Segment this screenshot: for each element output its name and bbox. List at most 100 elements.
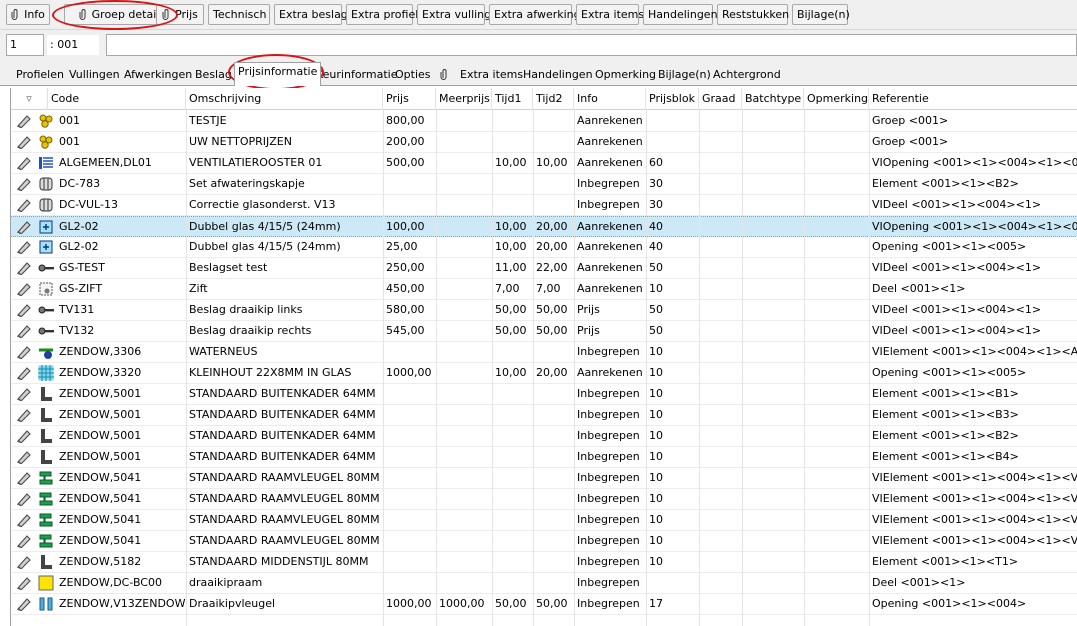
column-header-meerprijs[interactable]: Meerprijs [436,88,492,110]
extra-vulling-button[interactable]: Extra vulling [417,4,491,25]
tab-bijlagen[interactable]: Bijlage(n) [654,65,715,85]
tab-handelingen[interactable]: Handelingen [519,65,597,85]
cell-code: GS-ZIFT [59,282,103,295]
column-header-batchtype[interactable]: Batchtype [742,88,804,110]
tab-profielen[interactable]: Profielen [12,65,68,85]
detail-toolbar: Info Groep detail Prijs Technisch Extra … [0,0,1077,30]
table-row[interactable]: ALGEMEEN,DL01 VENTILATIEROOSTER 01 500,00 1… [11,153,1077,174]
cell-tijd1 [492,552,533,572]
table-row[interactable]: ZENDOW,5001 STANDAARD BUITENKADER 64MM Inb… [11,447,1077,468]
table-row[interactable]: ZENDOW,V13ZENDOW Draaikipvleugel 1000,00 10… [11,594,1077,615]
table-row[interactable]: ZENDOW,5041 STANDAARD RAAMVLEUGEL 80MM Inb… [11,510,1077,531]
extra-beslag-button[interactable]: Extra beslag [274,4,348,25]
table-row[interactable]: ZENDOW,5041 STANDAARD RAAMVLEUGEL 80MM Inb… [11,489,1077,510]
tab-opmerking[interactable]: Opmerking [591,65,660,85]
edit-pencil-icon[interactable] [16,576,32,591]
tab-prijsinformatie[interactable]: Prijsinformatie [234,62,322,86]
table-row[interactable]: 001 TESTJE 800,00 Aanrekenen Groep <001> [11,111,1077,132]
edit-pencil-icon[interactable] [16,366,32,381]
table-row[interactable]: DC-783 Set afwateringskapje Inbegrepen 30 El… [11,174,1077,195]
edit-pencil-icon[interactable] [16,324,32,339]
prijs-button[interactable]: Prijs [156,4,204,25]
edit-pencil-icon[interactable] [16,114,32,129]
table-row[interactable]: GL2-02 Dubbel glas 4/15/5 (24mm) 100,00 10,… [11,216,1077,237]
edit-pencil-icon[interactable] [16,282,32,297]
edit-pencil-icon[interactable] [16,156,32,171]
table-row[interactable]: ZENDOW,5182 STANDAARD MIDDENSTIJL 80MM Inb… [11,552,1077,573]
column-header-code[interactable]: Code [48,88,186,110]
edit-pencil-icon[interactable] [16,303,32,318]
edit-pencil-icon[interactable] [16,240,32,255]
table-row[interactable]: ZENDOW,3320 KLEINHOUT 22X8MM IN GLAS 1000,… [11,363,1077,384]
code-field[interactable]: : 001 [46,34,100,56]
edit-pencil-icon[interactable] [16,135,32,150]
edit-pencil-icon[interactable] [16,555,32,570]
cell-batchtype [742,468,804,488]
table-row[interactable]: DC-VUL-13 Correctie glasonderst. V13 Inbeg… [11,195,1077,216]
sash-profile-icon [38,491,54,507]
column-header-info[interactable]: Info [574,88,646,110]
extra-items-button[interactable]: Extra items [576,4,644,25]
cell-batchtype [742,279,804,299]
table-row[interactable]: ZENDOW,DC-BC00 draaikipraam Inbegrepen Deel… [11,573,1077,594]
table-row[interactable]: 001 UW NETTOPRIJZEN 200,00 Aanrekenen Groep … [11,132,1077,153]
column-header-opmerking[interactable]: Opmerking [804,88,869,110]
number-field[interactable]: 1 [6,34,44,56]
edit-pencil-icon[interactable] [16,450,32,465]
edit-pencil-icon[interactable] [16,471,32,486]
table-row[interactable]: ZENDOW,5041 STANDAARD RAAMVLEUGEL 80MM Inb… [11,531,1077,552]
cell-batchtype [742,384,804,404]
extra-profiel-button[interactable]: Extra profiel [346,4,418,25]
edit-pencil-icon[interactable] [16,408,32,423]
cell-tijd2: 50,00 [536,597,568,610]
edit-pencil-icon[interactable] [16,513,32,528]
table-row[interactable]: TV131 Beslag draaikip links 580,00 50,00 50,… [11,300,1077,321]
sort-indicator-icon[interactable]: ▿ [11,88,48,110]
column-header-prijs[interactable]: Prijs [383,88,436,110]
cell-opmerking [804,363,869,383]
frame-profile-icon [38,449,54,465]
tab-vullingen[interactable]: Vullingen [65,65,124,85]
technisch-button[interactable]: Technisch [208,4,270,25]
tab-achtergrond[interactable]: Achtergrond [709,65,785,85]
column-header-referentie[interactable]: Referentie [869,88,1077,110]
description-field[interactable] [106,34,1077,56]
tab-opties[interactable]: Opties [391,65,435,85]
cell-code: ZENDOW,5041 [59,471,142,484]
table-row[interactable]: GL2-02 Dubbel glas 4/15/5 (24mm) 25,00 10,0… [11,237,1077,258]
edit-pencil-icon[interactable] [16,492,32,507]
reststukken-button[interactable]: Reststukken [717,4,789,25]
edit-pencil-icon[interactable] [16,198,32,213]
table-row[interactable]: ZENDOW,5001 STANDAARD BUITENKADER 64MM Inb… [11,426,1077,447]
tab-afwerkingen[interactable]: Afwerkingen [120,65,196,85]
table-row[interactable]: ZENDOW,5041 STANDAARD RAAMVLEUGEL 80MM Inb… [11,468,1077,489]
info-button[interactable]: Info [6,4,50,25]
frame-profile-icon [38,386,54,402]
cell-prijsblok: 50 [649,261,663,274]
edit-pencil-icon[interactable] [16,597,32,612]
edit-pencil-icon[interactable] [16,177,32,192]
edit-pencil-icon[interactable] [16,345,32,360]
column-header-tijd1[interactable]: Tijd1 [492,88,533,110]
extra-afwerking-button[interactable]: Extra afwerking [489,4,581,25]
column-header-graad[interactable]: Graad [699,88,742,110]
table-row[interactable]: ZENDOW,5001 STANDAARD BUITENKADER 64MM Inb… [11,405,1077,426]
table-row[interactable]: TV132 Beslag draaikip rechts 545,00 50,00 50… [11,321,1077,342]
table-row[interactable]: ZENDOW,5001 STANDAARD BUITENKADER 64MM Inb… [11,384,1077,405]
edit-pencil-icon[interactable] [16,387,32,402]
column-header-tijd2[interactable]: Tijd2 [533,88,574,110]
tab-extra-items[interactable]: Extra items [436,65,527,85]
tab-keurinformatie[interactable]: Keurinformatie [312,65,401,85]
table-row[interactable]: GS-TEST Beslagset test 250,00 11,00 22,00 Aan… [11,258,1077,279]
column-header-omschrijving[interactable]: Omschrijving [186,88,383,110]
handelingen-button[interactable]: Handelingen [643,4,718,25]
edit-pencil-icon[interactable] [16,220,32,235]
tab-beslag[interactable]: Beslag [191,65,236,85]
table-row[interactable]: GS-ZIFT Zift 450,00 7,00 7,00 Aanrekenen 10 Dee… [11,279,1077,300]
edit-pencil-icon[interactable] [16,429,32,444]
bijlagen-button[interactable]: Bijlage(n) [792,4,850,25]
edit-pencil-icon[interactable] [16,534,32,549]
edit-pencil-icon[interactable] [16,261,32,276]
table-row[interactable]: ZENDOW,3306 WATERNEUS Inbegrepen 10 VIElemen… [11,342,1077,363]
column-header-prijsblok[interactable]: Prijsblok [646,88,699,110]
